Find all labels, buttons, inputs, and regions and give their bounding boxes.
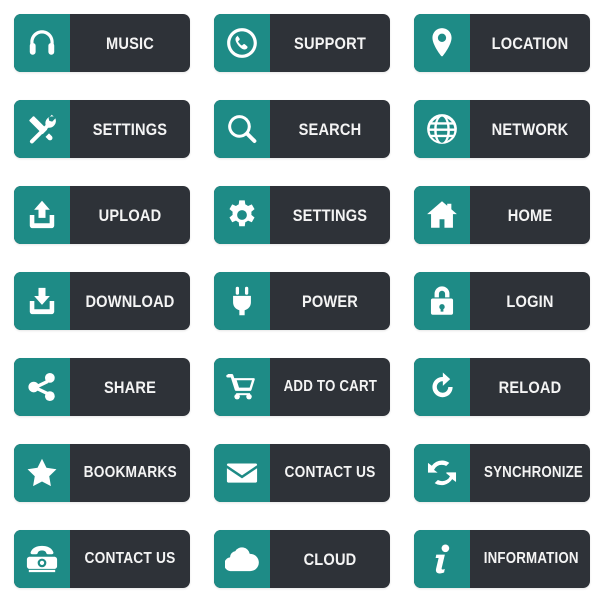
button-contact-us[interactable]: CONTACT US <box>214 444 390 502</box>
cloud-icon-panel <box>214 530 270 588</box>
button-home[interactable]: HOME <box>414 186 590 244</box>
upload-tray-icon <box>29 200 55 229</box>
button-settings[interactable]: SETTINGS <box>214 186 390 244</box>
button-download[interactable]: DOWNLOAD <box>14 272 190 330</box>
button-label: SUPPORT <box>278 14 382 72</box>
button-label: SEARCH <box>278 100 382 158</box>
button-bookmarks[interactable]: BOOKMARKS <box>14 444 190 502</box>
button-label: ADD TO CART <box>278 358 383 416</box>
button-label: RELOAD <box>478 358 582 416</box>
magnifier-icon <box>228 115 257 143</box>
button-information[interactable]: INFORMATION <box>414 530 590 588</box>
button-reload[interactable]: RELOAD <box>414 358 590 416</box>
share-nodes-icon-panel <box>14 358 70 416</box>
info-italic-i-icon-panel <box>414 530 470 588</box>
sync-arrows-icon <box>427 460 457 486</box>
gear-icon-panel <box>214 186 270 244</box>
star-icon-panel <box>14 444 70 502</box>
button-grid: MUSIC SUPPORT LOCATION SETTINGS SEARCH NETWOR… <box>0 0 600 600</box>
button-label: SHARE <box>78 358 182 416</box>
button-contact-us[interactable]: CONTACT US <box>14 530 190 588</box>
button-music[interactable]: MUSIC <box>14 14 190 72</box>
padlock-icon <box>430 286 454 315</box>
power-plug-icon <box>233 286 251 316</box>
button-label: LOGIN <box>478 272 582 330</box>
button-location[interactable]: LOCATION <box>414 14 590 72</box>
button-share[interactable]: SHARE <box>14 358 190 416</box>
rotary-telephone-icon-panel <box>14 530 70 588</box>
wrench-screwdriver-icon-panel <box>14 100 70 158</box>
button-network[interactable]: NETWORK <box>414 100 590 158</box>
button-search[interactable]: SEARCH <box>214 100 390 158</box>
button-label: CLOUD <box>278 530 382 588</box>
sync-arrows-icon-panel <box>414 444 470 502</box>
phone-handset-circle-icon <box>227 28 257 58</box>
globe-icon-panel <box>414 100 470 158</box>
house-icon <box>427 201 457 228</box>
headphones-icon-panel <box>14 14 70 72</box>
envelope-icon <box>226 463 258 483</box>
envelope-icon-panel <box>214 444 270 502</box>
download-tray-icon-panel <box>14 272 70 330</box>
map-pin-icon <box>432 28 452 57</box>
button-cloud[interactable]: CLOUD <box>214 530 390 588</box>
magnifier-icon-panel <box>214 100 270 158</box>
rotary-telephone-icon <box>26 545 58 573</box>
button-login[interactable]: LOGIN <box>414 272 590 330</box>
button-label: BOOKMARKS <box>78 444 183 502</box>
download-tray-icon <box>29 287 55 315</box>
button-support[interactable]: SUPPORT <box>214 14 390 72</box>
button-label: SETTINGS <box>278 186 382 244</box>
shopping-cart-icon-panel <box>214 358 270 416</box>
button-label: CONTACT US <box>78 530 182 588</box>
button-label: CONTACT US <box>278 444 382 502</box>
upload-tray-icon-panel <box>14 186 70 244</box>
share-nodes-icon <box>28 372 55 402</box>
map-pin-icon-panel <box>414 14 470 72</box>
button-label: LOCATION <box>478 14 582 72</box>
power-plug-icon-panel <box>214 272 270 330</box>
button-label: HOME <box>478 186 582 244</box>
cloud-icon <box>225 547 259 572</box>
headphones-icon <box>29 30 55 55</box>
button-label: SYNCHRONIZE <box>478 444 589 502</box>
button-label: INFORMATION <box>478 530 584 588</box>
button-power[interactable]: POWER <box>214 272 390 330</box>
button-settings[interactable]: SETTINGS <box>14 100 190 158</box>
refresh-arrow-icon <box>432 372 453 398</box>
button-label: UPLOAD <box>78 186 182 244</box>
button-label: SETTINGS <box>78 100 182 158</box>
button-upload[interactable]: UPLOAD <box>14 186 190 244</box>
button-synchronize[interactable]: SYNCHRONIZE <box>414 444 590 502</box>
house-icon-panel <box>414 186 470 244</box>
info-italic-i-icon <box>435 544 450 574</box>
globe-icon <box>427 114 457 144</box>
star-icon <box>27 458 57 487</box>
shopping-cart-icon <box>226 374 255 400</box>
button-add-to-cart[interactable]: ADD TO CART <box>214 358 390 416</box>
padlock-icon-panel <box>414 272 470 330</box>
gear-icon <box>229 200 255 227</box>
button-label: DOWNLOAD <box>78 272 182 330</box>
phone-handset-circle-icon-panel <box>214 14 270 72</box>
button-label: NETWORK <box>478 100 582 158</box>
button-label: MUSIC <box>78 14 182 72</box>
refresh-arrow-icon-panel <box>414 358 470 416</box>
button-label: POWER <box>278 272 382 330</box>
wrench-screwdriver-icon <box>29 114 56 144</box>
